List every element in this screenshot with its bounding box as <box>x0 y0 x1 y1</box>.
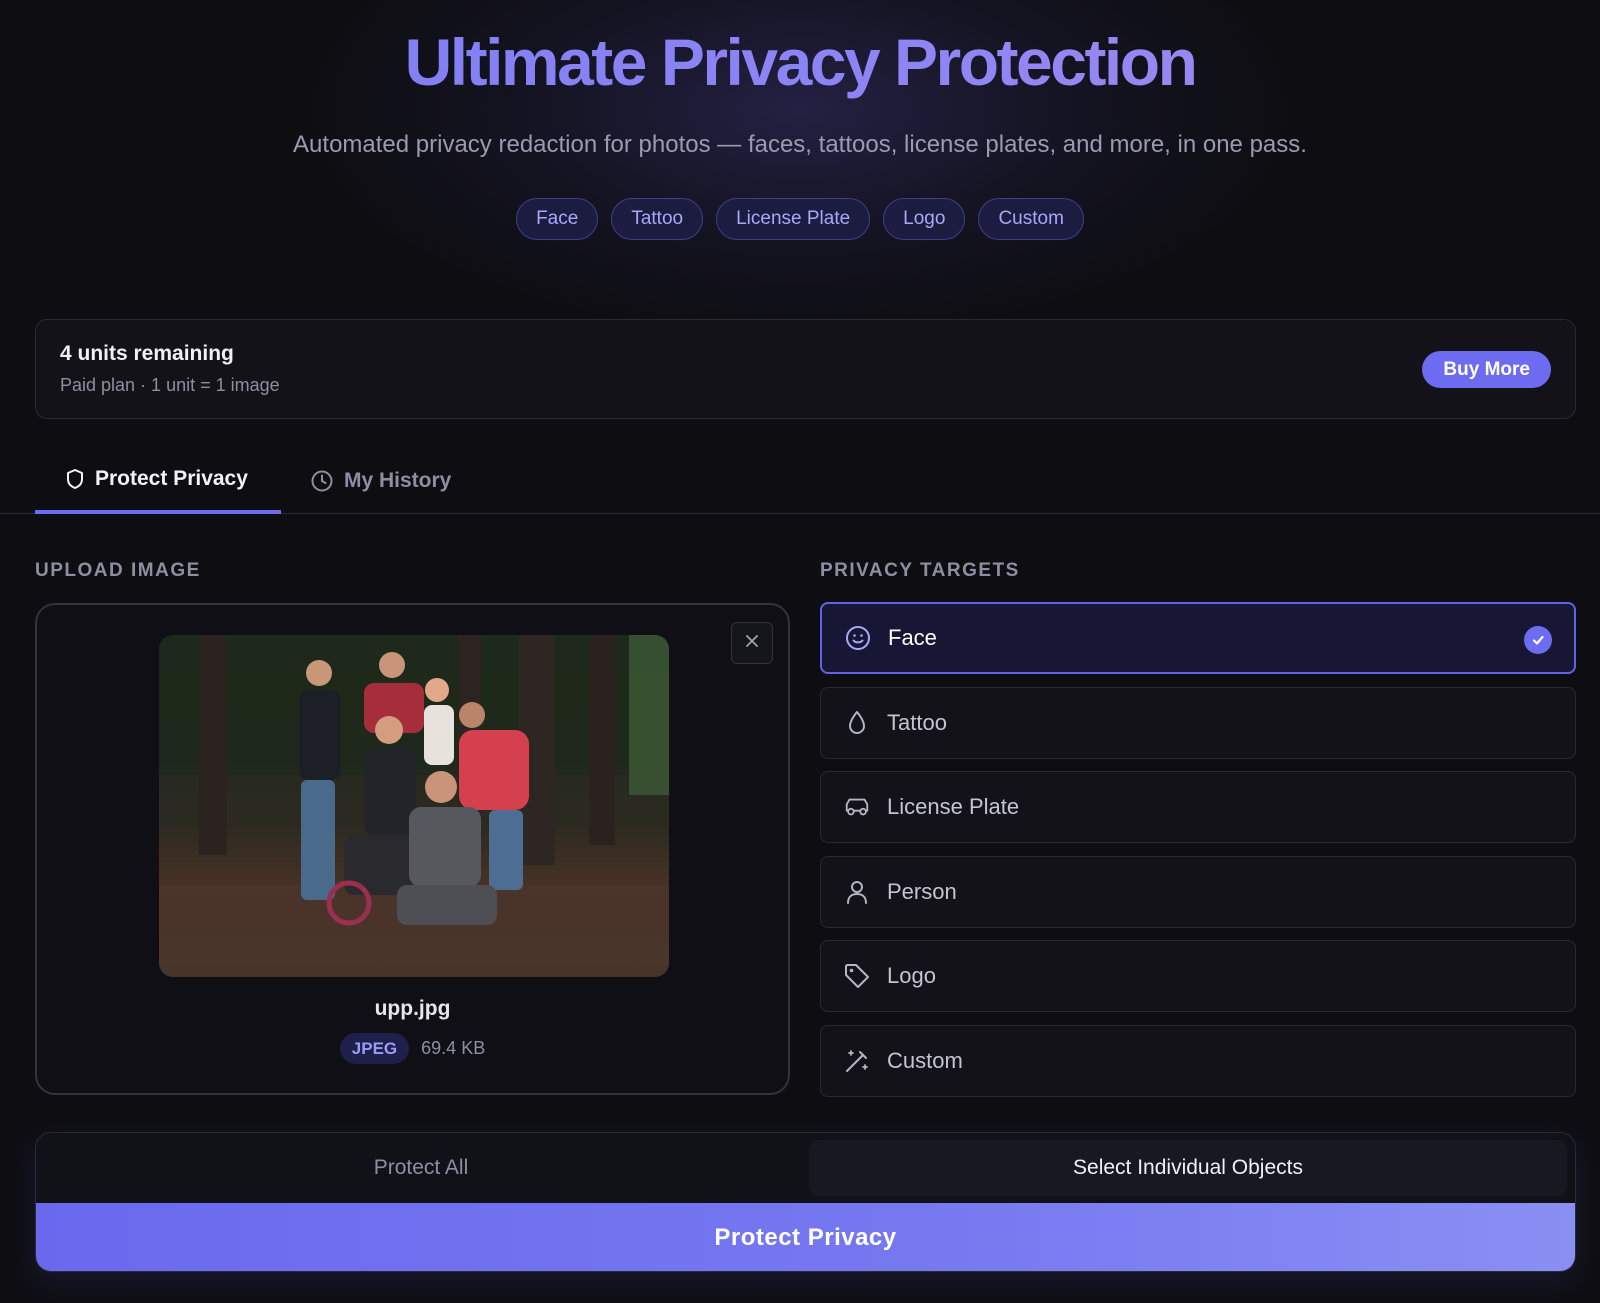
page-title: Ultimate Privacy Protection <box>0 22 1600 102</box>
tab-bar: Protect Privacy My History <box>0 448 1600 514</box>
target-face-label: Face <box>888 625 937 650</box>
remove-image-button[interactable] <box>731 622 773 664</box>
user-icon <box>843 878 871 906</box>
page-subtitle: Automated privacy redaction for photos —… <box>293 131 1307 158</box>
clock-icon <box>310 469 334 493</box>
target-tattoo-label: Tattoo <box>887 709 947 735</box>
hero: Ultimate Privacy Protection Automated pr… <box>0 0 1600 240</box>
tab-history-label: My History <box>344 469 452 492</box>
smile-icon <box>844 624 872 652</box>
file-type-badge: JPEG <box>339 1033 410 1064</box>
protect-privacy-button[interactable]: Protect Privacy <box>36 1203 1575 1271</box>
target-custom-label: Custom <box>887 1047 963 1073</box>
upload-section-label: UPLOAD IMAGE <box>35 560 201 581</box>
uploaded-photo-preview <box>159 635 669 977</box>
target-license-plate-label: License Plate <box>887 794 1020 819</box>
target-custom[interactable]: Custom <box>820 1024 1576 1097</box>
check-icon <box>1524 626 1552 654</box>
droplet-icon <box>843 709 871 737</box>
target-person-label: Person <box>887 878 957 904</box>
tag-icon <box>843 962 871 990</box>
shield-icon <box>65 468 85 490</box>
privacy-targets-list: Face Tattoo License Plate Person Logo Cu… <box>820 602 1576 1109</box>
target-logo-label: Logo <box>887 963 936 988</box>
buy-more-button[interactable]: Buy More <box>1422 351 1551 388</box>
tab-protect-privacy[interactable]: Protect Privacy <box>35 448 281 514</box>
mode-and-action-bar: Protect All Select Individual Objects Pr… <box>35 1132 1576 1272</box>
file-name: upp.jpg <box>374 997 451 1020</box>
chip-face: Face <box>516 198 599 240</box>
tab-protect-label: Protect Privacy <box>95 467 248 490</box>
units-card: 4 units remaining Paid plan · 1 unit = 1… <box>35 319 1576 419</box>
target-logo[interactable]: Logo <box>820 940 1576 1012</box>
select-individual-objects-toggle[interactable]: Select Individual Objects <box>809 1140 1567 1196</box>
chip-custom: Custom <box>978 198 1084 240</box>
close-icon <box>745 634 759 653</box>
targets-section-label: PRIVACY TARGETS <box>820 560 1020 581</box>
car-icon <box>843 793 871 821</box>
target-license-plate[interactable]: License Plate <box>820 771 1576 843</box>
target-person[interactable]: Person <box>820 855 1576 928</box>
file-meta: JPEG 69.4 KB <box>37 1033 788 1064</box>
target-tattoo[interactable]: Tattoo <box>820 686 1576 759</box>
tab-my-history[interactable]: My History <box>310 448 451 514</box>
chip-license-plate: License Plate <box>716 198 871 240</box>
file-size: 69.4 KB <box>421 1038 486 1058</box>
units-remaining: 4 units remaining <box>60 342 234 365</box>
feature-chips: Face Tattoo License Plate Logo Custom <box>0 198 1600 240</box>
upload-dropzone[interactable]: upp.jpg JPEG 69.4 KB <box>35 603 790 1095</box>
protect-all-toggle[interactable]: Protect All <box>36 1133 806 1203</box>
chip-logo: Logo <box>883 198 966 240</box>
plan-info: Paid plan · 1 unit = 1 image <box>60 375 280 395</box>
target-face[interactable]: Face <box>820 602 1576 674</box>
chip-tattoo: Tattoo <box>611 198 704 240</box>
magic-wand-icon <box>843 1047 871 1075</box>
